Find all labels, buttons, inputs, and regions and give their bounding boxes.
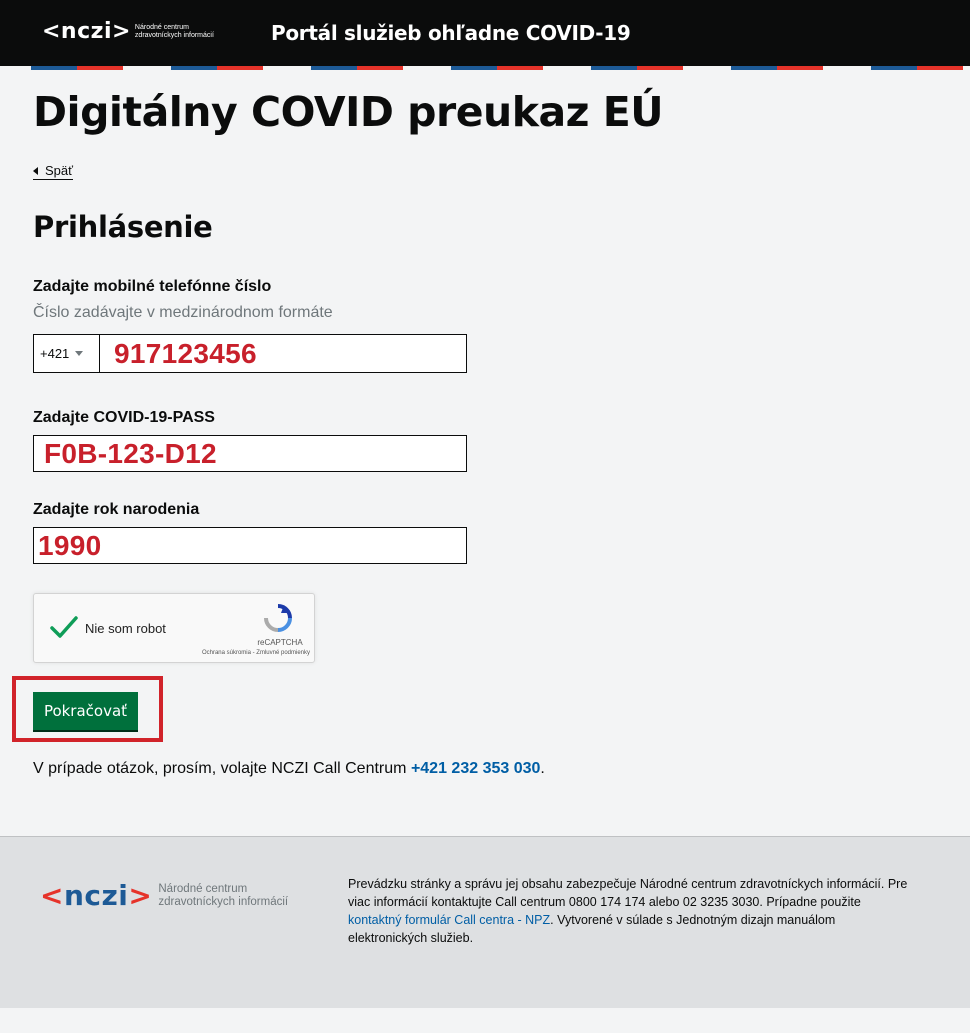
nczi-logo-subtitle: Národné centrum zdravotníckych informáci… xyxy=(134,24,214,39)
birth-year-input-value: 1990 xyxy=(38,529,102,561)
footer-text: Prevádzku stránky a správu jej obsahu za… xyxy=(348,875,908,947)
site-header: <nczi> Národné centrum zdravotníckych in… xyxy=(0,0,970,66)
recaptcha-label: Nie som robot xyxy=(85,621,166,636)
nczi-logo[interactable]: <nczi> Národné centrum zdravotníckych in… xyxy=(42,21,235,43)
phone-prefix-select[interactable]: +421 xyxy=(34,335,100,372)
footer-logo-lt: < xyxy=(40,879,64,912)
chevron-down-icon xyxy=(75,351,84,356)
header-stripe xyxy=(357,66,403,70)
recaptcha-logo-icon xyxy=(264,604,292,632)
page-title: Digitálny COVID preukaz EÚ xyxy=(33,88,664,136)
section-title: Prihlásenie xyxy=(33,210,213,244)
portal-title[interactable]: Portál služieb ohľadne COVID-19 xyxy=(271,21,631,45)
call-centre-phone-link[interactable]: +421 232 353 030 xyxy=(411,760,540,777)
footer-logo-text: nczi xyxy=(63,879,129,912)
header-stripe xyxy=(31,66,77,70)
back-link-label: Späť xyxy=(45,163,74,178)
header-stripe xyxy=(871,66,917,70)
footer-logo-gt: > xyxy=(128,879,153,912)
header-stripes xyxy=(0,66,970,70)
phone-field: +421 917123456 xyxy=(33,334,467,373)
header-stripe xyxy=(637,66,683,70)
bottom-strip xyxy=(0,1008,970,1033)
contact-suffix: . xyxy=(540,760,545,777)
pass-input[interactable]: F0B-123-D12 xyxy=(33,435,467,472)
contact-text: V prípade otázok, prosím, volajte NCZI C… xyxy=(33,760,407,777)
phone-label: Zadajte mobilné telefónne číslo xyxy=(33,278,272,295)
header-stripe xyxy=(171,66,217,70)
phone-input[interactable]: 917123456 xyxy=(100,335,466,372)
continue-button[interactable]: Pokračovať xyxy=(33,692,138,730)
back-link[interactable]: Späť xyxy=(33,163,74,180)
recaptcha-terms-links[interactable]: Ochrana súkromia - Zmluvné podmienky xyxy=(170,650,310,656)
header-stripe xyxy=(497,66,543,70)
footer-text-before: Prevádzku stránky a správu jej obsahu za… xyxy=(348,877,908,909)
header-stripe xyxy=(217,66,263,70)
pass-input-value: F0B-123-D12 xyxy=(44,437,217,469)
site-footer: <nczi> Národné centrum zdravotníckych in… xyxy=(0,836,970,1008)
pass-label: Zadajte COVID-19-PASS xyxy=(33,409,215,426)
birth-year-label: Zadajte rok narodenia xyxy=(33,501,200,518)
header-stripe xyxy=(451,66,497,70)
header-stripe xyxy=(731,66,777,70)
recaptcha-brand: reCAPTCHA xyxy=(257,638,303,647)
phone-input-value: 917123456 xyxy=(114,337,257,369)
footer-logo-brand: <nczi> xyxy=(40,882,152,910)
contact-form-link[interactable]: kontaktný formulár Call centra - NPZ xyxy=(348,913,550,927)
phone-hint: Číslo zadávajte v medzinárodnom formáte xyxy=(33,304,333,321)
header-stripe xyxy=(591,66,637,70)
birth-year-input[interactable]: 1990 xyxy=(33,527,467,564)
nczi-logo-brand: <nczi> xyxy=(42,19,131,44)
recaptcha-widget: Nie som robot reCAPTCHA Ochrana súkromia… xyxy=(33,593,315,663)
back-arrow-icon xyxy=(33,166,38,175)
header-stripe xyxy=(917,66,963,70)
phone-prefix-value: +421 xyxy=(40,346,70,361)
footer-nczi-logo[interactable]: <nczi> Národné centrum zdravotníckych in… xyxy=(40,882,318,910)
header-stripe xyxy=(77,66,123,70)
checkmark-icon[interactable] xyxy=(49,612,79,642)
header-stripe xyxy=(777,66,823,70)
footer-logo-subtitle: Národné centrum zdravotníckych informáci… xyxy=(158,883,289,908)
contact-note: V prípade otázok, prosím, volajte NCZI C… xyxy=(33,760,545,778)
header-stripe xyxy=(311,66,357,70)
